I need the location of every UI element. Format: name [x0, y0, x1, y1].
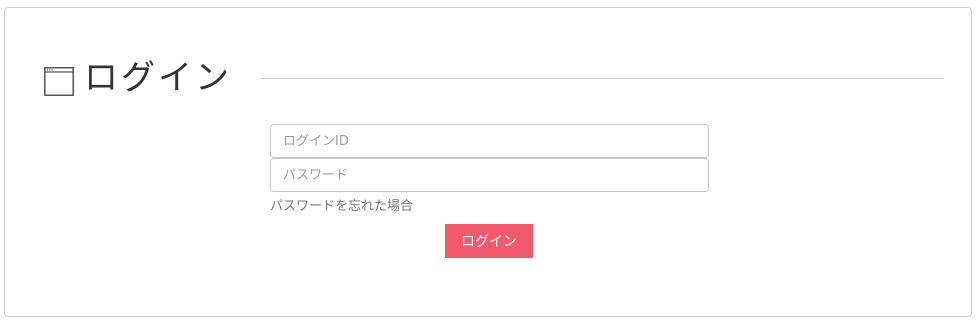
browser-window-icon	[44, 67, 74, 96]
password-input[interactable]	[270, 158, 709, 192]
forgot-password-link[interactable]: パスワードを忘れた場合	[270, 195, 413, 214]
login-button[interactable]: ログイン	[445, 224, 533, 258]
login-id-input[interactable]	[270, 124, 709, 158]
page-title: ログイン	[84, 58, 232, 98]
login-panel: ログイン パスワードを忘れた場合 ログイン	[4, 7, 972, 317]
title-divider	[261, 78, 944, 79]
